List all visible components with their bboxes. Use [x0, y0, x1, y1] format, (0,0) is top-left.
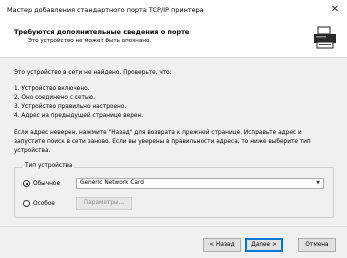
title-bar: Мастер добавления стандартного порта TCP…: [0, 0, 347, 20]
printer-icon: [314, 26, 336, 49]
parameters-button[interactable]: Параметры...: [76, 197, 132, 210]
next-button[interactable]: Далее >: [245, 238, 283, 252]
standard-device-value: Generic Network Card: [80, 180, 144, 186]
wizard-header: Требуются дополнительные сведения о порт…: [0, 20, 347, 58]
standard-label[interactable]: Обычное: [33, 181, 60, 187]
cancel-button[interactable]: Отмена: [298, 238, 336, 252]
header-subtitle: Это устройство не может быть опознано.: [28, 38, 152, 44]
checklist-item: 3. Устройство правильно настроено.: [14, 104, 127, 110]
back-button[interactable]: < Назад: [203, 238, 241, 252]
wizard-footer: < Назад Далее > Отмена: [0, 226, 347, 258]
help-note: Если адрес неверен, нажмите "Назад" для …: [14, 130, 311, 154]
checklist-item: 2. Оно соединено с сетью.: [14, 95, 96, 101]
wizard-content: Это устройство в сети не найдено. Провер…: [0, 58, 347, 225]
custom-label[interactable]: Особое: [33, 201, 55, 207]
window-title: Мастер добавления стандартного порта TCP…: [7, 6, 204, 14]
custom-option[interactable]: Особое: [23, 200, 55, 207]
standard-radio[interactable]: [23, 180, 30, 187]
standard-option[interactable]: Обычное: [23, 180, 60, 187]
close-icon[interactable]: ✕: [327, 2, 343, 18]
device-type-legend: Тип устройства: [23, 163, 75, 169]
custom-radio[interactable]: [23, 200, 30, 207]
checklist-item: 1. Устройство включено.: [14, 86, 90, 92]
checklist-item: 4. Адрес на предыдущей странице верен.: [14, 113, 144, 119]
chevron-down-icon[interactable]: ▼: [316, 179, 320, 188]
standard-device-select[interactable]: Generic Network Card ▼: [76, 178, 324, 189]
device-type-group: Тип устройства Обычное Generic Network C…: [14, 163, 334, 218]
header-title: Требуются дополнительные сведения о порт…: [14, 28, 190, 36]
intro-text: Это устройство в сети не найдено. Провер…: [14, 70, 172, 76]
